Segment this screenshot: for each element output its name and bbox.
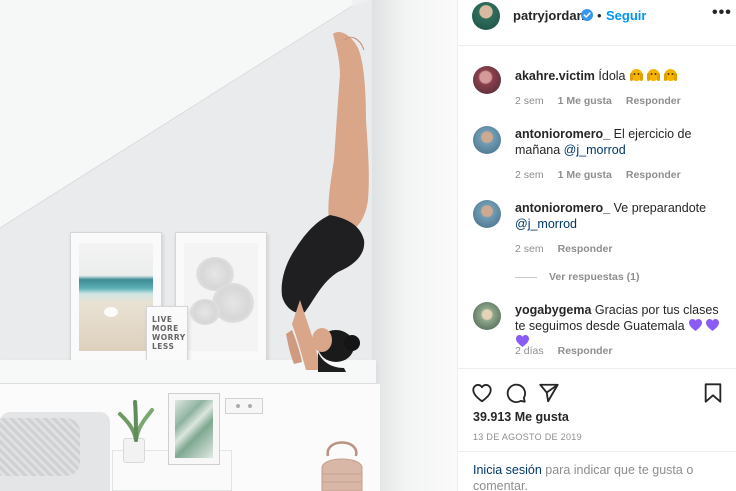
commenter-avatar[interactable]: [473, 200, 501, 228]
comment-username[interactable]: antonioromero_: [515, 127, 610, 141]
face-with-hands-icon: [647, 69, 660, 81]
comment-username[interactable]: yogabygema: [515, 303, 591, 317]
face-with-hands-icon: [630, 69, 643, 81]
post-date[interactable]: 13 DE AGOSTO DE 2019: [473, 432, 582, 442]
comment-content: Ve preparandote: [613, 201, 707, 215]
comment-meta: 2 sem 1 Me gusta Responder: [515, 95, 681, 107]
share-icon[interactable]: [538, 382, 560, 404]
author-username[interactable]: patryjordan: [513, 8, 585, 23]
reply-button[interactable]: Responder: [626, 169, 681, 181]
likes-count[interactable]: 39.913 Me gusta: [473, 410, 569, 424]
replies-divider: [515, 276, 537, 278]
login-link[interactable]: Inicia sesión: [473, 463, 542, 477]
comment-text: antonioromero_ Ve preparandote @j_morrod: [515, 200, 730, 232]
post-sidebar: patryjordan • Seguir ••• akahre.victim Í…: [457, 0, 736, 491]
comment-time[interactable]: 2 sem: [515, 95, 544, 107]
comment-likes[interactable]: 1 Me gusta: [558, 95, 612, 107]
wall-outlet: [225, 398, 263, 414]
post-action-bar: [458, 368, 736, 416]
comment-text: yogabygema Gracias por tus clases te seg…: [515, 302, 730, 350]
more-options-icon[interactable]: •••: [712, 4, 732, 22]
bookmark-icon[interactable]: [702, 382, 724, 404]
comment-time[interactable]: 2 sem: [515, 243, 544, 255]
view-replies-button[interactable]: Ver respuestas (1): [515, 271, 639, 283]
post-photo[interactable]: LIVE MORE WORRY LESS: [0, 0, 457, 491]
verified-badge-icon: [581, 9, 593, 21]
comment-username[interactable]: akahre.victim: [515, 69, 595, 83]
knit-pillow: [0, 418, 80, 476]
commenter-avatar[interactable]: [473, 302, 501, 330]
comment-likes[interactable]: 1 Me gusta: [558, 169, 612, 181]
comment-icon[interactable]: [505, 382, 527, 404]
comment-time[interactable]: 2 sem: [515, 169, 544, 181]
comment-meta: 2 sem Responder: [515, 243, 612, 255]
reply-button[interactable]: Responder: [558, 243, 613, 255]
purple-heart-icon: [689, 319, 703, 331]
comment-text: antonioromero_ El ejercicio de mañana @j…: [515, 126, 730, 158]
comment-content: Ídola: [598, 69, 626, 83]
rattan-lantern: [321, 441, 363, 491]
commenter-avatar[interactable]: [473, 66, 501, 94]
purple-heart-icon: [706, 319, 720, 331]
plant-leaves: [118, 400, 154, 442]
face-with-hands-icon: [664, 69, 677, 81]
comment-meta: 2 días Responder: [515, 345, 612, 357]
mention-link[interactable]: @j_morrod: [515, 217, 577, 231]
comment-text: akahre.victim Ídola: [515, 68, 730, 84]
instagram-post-view: LIVE MORE WORRY LESS patryjordan • Segui…: [0, 0, 736, 491]
mention-link[interactable]: @j_morrod: [564, 143, 626, 157]
heart-icon[interactable]: [471, 382, 493, 404]
reply-button[interactable]: Responder: [626, 95, 681, 107]
login-prompt: Inicia sesión para indicar que te gusta …: [458, 451, 736, 491]
author-avatar[interactable]: [472, 2, 500, 30]
follow-button[interactable]: Seguir: [606, 8, 646, 23]
palm-print-frame: [168, 393, 220, 465]
comment-time[interactable]: 2 días: [515, 345, 544, 357]
header-separator: •: [597, 8, 602, 23]
comment-meta: 2 sem 1 Me gusta Responder: [515, 169, 681, 181]
reply-button[interactable]: Responder: [558, 345, 613, 357]
commenter-avatar[interactable]: [473, 126, 501, 154]
comment-username[interactable]: antonioromero_: [515, 201, 610, 215]
view-replies-label[interactable]: Ver respuestas (1): [549, 271, 639, 283]
post-header: patryjordan • Seguir •••: [458, 0, 736, 46]
